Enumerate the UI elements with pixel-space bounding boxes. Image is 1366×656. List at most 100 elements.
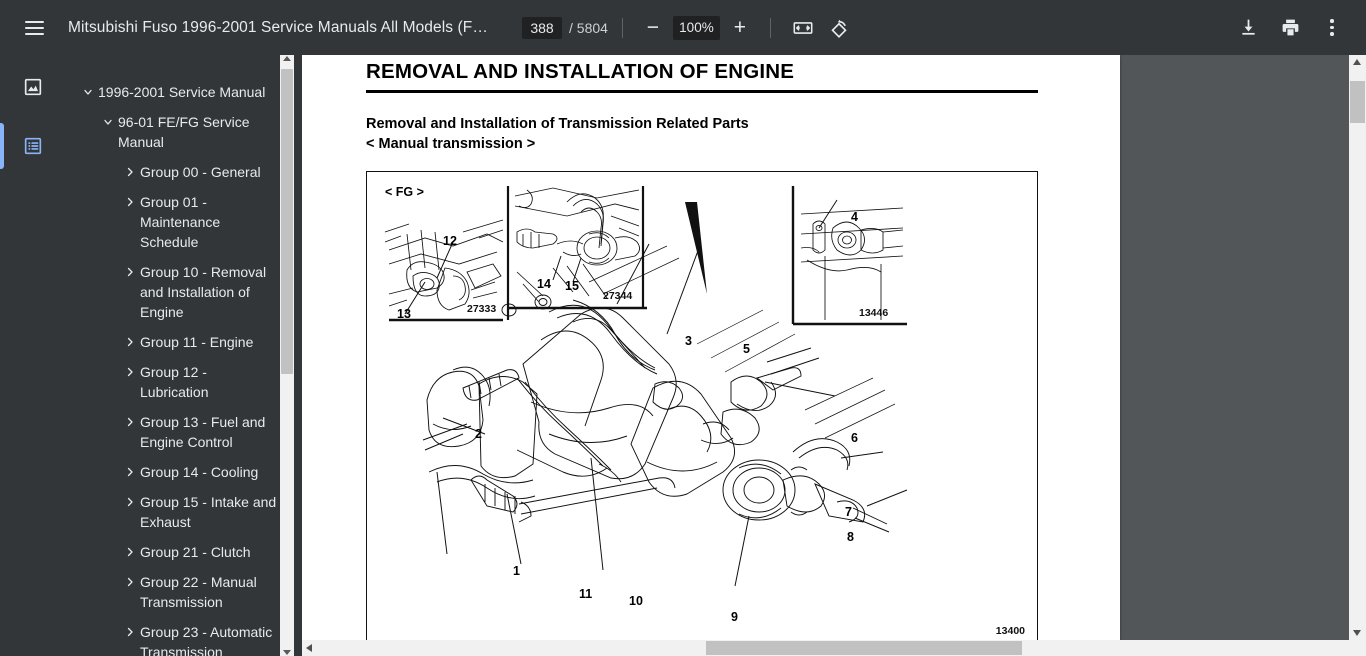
callout-2: 2 [475, 427, 482, 441]
viewer-vertical-scroll-thumb[interactable] [1350, 81, 1365, 123]
outline-item-6[interactable]: Group 12 - Lubrication [70, 357, 283, 407]
viewer-horizontal-scroll-thumb[interactable] [706, 641, 1022, 655]
zoom-controls: − + [637, 12, 756, 44]
viewer-horizontal-scrollbar[interactable] [302, 640, 1366, 656]
outline-item-label: Group 01 - Maintenance Schedule [140, 194, 221, 250]
thumbnails-icon[interactable] [20, 74, 46, 100]
viewer-scroll-left-arrow[interactable] [306, 644, 312, 652]
outline-item-4[interactable]: Group 10 - Removal and Installation of E… [70, 257, 283, 327]
sidebar-scrollbar[interactable] [280, 55, 294, 656]
viewer-scroll-up-arrow[interactable] [1353, 59, 1361, 65]
toolbar-divider-2 [769, 17, 771, 38]
inset-figure-id-3: 13446 [859, 307, 889, 319]
outline-item-label: Group 21 - Clutch [140, 544, 251, 560]
hamburger-menu-glyph [24, 20, 44, 35]
outline-item-5[interactable]: Group 11 - Engine [70, 327, 283, 357]
callout-15: 15 [565, 279, 579, 293]
callout-14: 14 [537, 277, 551, 291]
top-toolbar: Mitsubishi Fuso 1996-2001 Service Manual… [0, 0, 1366, 55]
page-content: REMOVAL AND INSTALLATION OF ENGINE Remov… [366, 55, 1066, 646]
outline-item-label: Group 11 - Engine [140, 334, 254, 350]
figure-linework [384, 186, 908, 587]
outline-item-label: Group 13 - Fuel and Engine Control [140, 414, 266, 450]
technical-figure: < FG > 27333 27344 13446 13400 12 13 14 … [366, 171, 1038, 646]
hamburger-menu-icon[interactable] [16, 10, 52, 46]
chevron-right-icon[interactable] [120, 462, 140, 478]
chevron-right-icon[interactable] [120, 162, 140, 178]
fit-to-width-icon[interactable] [785, 10, 821, 46]
outline-item-label: Group 15 - Intake and Exhaust [140, 494, 277, 530]
viewer-vertical-scrollbar[interactable] [1349, 55, 1366, 640]
heading-underline [366, 90, 1038, 93]
more-options-glyph [1330, 19, 1334, 36]
outline-item-label: Group 12 - Lubrication [140, 364, 209, 400]
callout-1: 1 [513, 564, 520, 578]
main-figure-id: 13400 [995, 625, 1025, 637]
chevron-right-icon[interactable] [120, 492, 140, 508]
outline-item-label: 96-01 FE/FG Service Manual [118, 114, 250, 150]
page-navigation: / 5804 [522, 16, 608, 39]
outline-item-7[interactable]: Group 13 - Fuel and Engine Control [70, 407, 283, 457]
sidebar-scroll-down-arrow[interactable] [283, 650, 291, 655]
chevron-right-icon[interactable] [120, 362, 140, 378]
pdf-viewer: REMOVAL AND INSTALLATION OF ENGINE Remov… [302, 55, 1366, 656]
subheading-secondary: < Manual transmission > [366, 136, 536, 152]
callout-5: 5 [743, 342, 750, 356]
rotate-icon[interactable] [821, 10, 857, 46]
outline-item-label: Group 00 - General [140, 164, 261, 180]
chevron-right-icon[interactable] [120, 412, 140, 428]
inset-figure-id-1: 27333 [467, 303, 497, 315]
pdf-page: REMOVAL AND INSTALLATION OF ENGINE Remov… [302, 55, 1120, 646]
outline-item-0[interactable]: 1996-2001 Service Manual [70, 77, 283, 107]
zoom-level-input[interactable] [672, 15, 720, 40]
page-title: REMOVAL AND INSTALLATION OF ENGINE [366, 60, 795, 83]
zoom-out-button[interactable]: − [637, 12, 669, 44]
outline-item-label: Group 22 - Manual Transmission [140, 574, 257, 610]
outline-item-3[interactable]: Group 01 - Maintenance Schedule [70, 187, 283, 257]
outline-item-label: 1996-2001 Service Manual [98, 84, 266, 100]
outline-item-10[interactable]: Group 21 - Clutch [70, 537, 283, 567]
outline-item-9[interactable]: Group 15 - Intake and Exhaust [70, 487, 283, 537]
more-options-icon[interactable] [1314, 10, 1350, 46]
chevron-right-icon[interactable] [120, 262, 140, 278]
sidebar-scroll-thumb[interactable] [281, 69, 293, 374]
chevron-right-icon[interactable] [120, 192, 140, 208]
viewer-scroll-down-arrow[interactable] [1353, 630, 1361, 636]
toolbar-right-actions [1230, 10, 1366, 46]
document-title: Mitsubishi Fuso 1996-2001 Service Manual… [68, 18, 498, 36]
chevron-right-icon[interactable] [120, 622, 140, 638]
callout-9: 9 [731, 610, 738, 624]
outline-sidebar: 1996-2001 Service Manual 96-01 FE/FG Serv… [64, 55, 302, 656]
callout-12: 12 [443, 234, 457, 248]
outline-item-label: Group 14 - Cooling [140, 464, 259, 480]
outline-item-8[interactable]: Group 14 - Cooling [70, 457, 283, 487]
chevron-right-icon[interactable] [120, 332, 140, 348]
document-outline-icon[interactable] [20, 133, 46, 159]
toolbar-divider [621, 17, 623, 38]
left-rail [0, 55, 64, 656]
print-icon[interactable] [1272, 10, 1308, 46]
page-number-input[interactable] [522, 16, 562, 39]
active-panel-indicator [0, 123, 4, 169]
outline-tree: 1996-2001 Service Manual 96-01 FE/FG Serv… [64, 55, 289, 656]
chevron-right-icon[interactable] [120, 542, 140, 558]
callout-8: 8 [847, 530, 854, 544]
chevron-down-icon[interactable] [98, 112, 118, 128]
outline-item-label: Group 10 - Removal and Installation of E… [140, 264, 267, 320]
outline-item-1[interactable]: 96-01 FE/FG Service Manual [70, 107, 283, 157]
subheading-primary: Removal and Installation of Transmission… [366, 116, 749, 132]
download-icon[interactable] [1230, 10, 1266, 46]
sidebar-scroll-up-arrow[interactable] [283, 56, 291, 61]
outline-item-11[interactable]: Group 22 - Manual Transmission [70, 567, 283, 617]
zoom-in-button[interactable]: + [724, 12, 756, 44]
outline-item-label: Group 23 - Automatic Transmission [140, 624, 273, 656]
callout-3: 3 [685, 334, 692, 348]
callout-10: 10 [629, 594, 643, 608]
chevron-right-icon[interactable] [120, 572, 140, 588]
chevron-down-icon[interactable] [78, 82, 98, 98]
outline-item-12[interactable]: Group 23 - Automatic Transmission [70, 617, 283, 656]
callout-7: 7 [845, 505, 852, 519]
callout-13: 13 [397, 307, 411, 321]
outline-item-2[interactable]: Group 00 - General [70, 157, 283, 187]
callout-11: 11 [579, 587, 593, 601]
